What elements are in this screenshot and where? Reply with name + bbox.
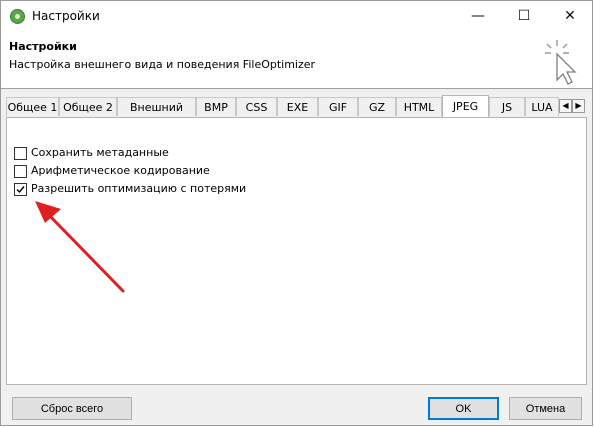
reset-all-button[interactable]: Сброс всего: [12, 397, 132, 420]
keep-metadata-checkbox[interactable]: [14, 147, 27, 160]
tab-general-2[interactable]: Общее 2: [59, 97, 117, 116]
jpeg-settings-panel: Сохранить метаданные Арифметическое коди…: [6, 117, 587, 385]
tab-js[interactable]: JS: [489, 97, 525, 116]
tab-appearance[interactable]: Внешний вид: [117, 97, 196, 133]
tab-gif[interactable]: GIF: [318, 97, 358, 116]
cursor-click-icon: [545, 40, 577, 85]
allow-lossy-checkbox[interactable]: [14, 183, 27, 196]
tab-scroll-right-button[interactable]: ▶: [572, 99, 585, 113]
cancel-button[interactable]: Отмена: [509, 397, 582, 420]
tab-bmp[interactable]: BMP: [196, 97, 236, 116]
dialog-header: Настройки Настройка внешнего вида и пове…: [1, 32, 592, 89]
header-title: Настройки: [9, 40, 77, 53]
settings-window: Настройки — ☐ ✕ Настройки Настройка внеш…: [0, 0, 593, 426]
header-subtitle: Настройка внешнего вида и поведения File…: [9, 58, 316, 71]
window-title: Настройки: [32, 9, 100, 23]
tab-jpeg[interactable]: JPEG: [442, 95, 489, 117]
maximize-button[interactable]: ☐: [501, 1, 547, 32]
tab-exe[interactable]: EXE: [277, 97, 318, 116]
tab-gz[interactable]: GZ: [358, 97, 396, 116]
tab-general-1[interactable]: Общее 1: [6, 97, 59, 116]
close-button[interactable]: ✕: [547, 1, 593, 32]
tab-strip: Общее 1 Общее 2 Внешний вид BMP CSS EXE …: [6, 95, 586, 133]
minimize-button[interactable]: —: [455, 1, 501, 32]
ok-button[interactable]: OK: [428, 397, 499, 420]
tab-lua[interactable]: LUA: [525, 97, 559, 116]
checkmark-icon: [16, 186, 25, 194]
tab-scroll-left-button[interactable]: ◀: [559, 99, 572, 113]
keep-metadata-label[interactable]: Сохранить метаданные: [31, 146, 169, 159]
title-bar: Настройки — ☐ ✕: [1, 1, 592, 32]
arithmetic-coding-checkbox[interactable]: [14, 165, 27, 178]
allow-lossy-label[interactable]: Разрешить оптимизацию с потерями: [31, 182, 246, 195]
fileoptimizer-app-icon: [10, 9, 25, 24]
tab-html[interactable]: HTML: [396, 97, 442, 116]
tab-css[interactable]: CSS: [236, 97, 277, 116]
arithmetic-coding-label[interactable]: Арифметическое кодирование: [31, 164, 210, 177]
